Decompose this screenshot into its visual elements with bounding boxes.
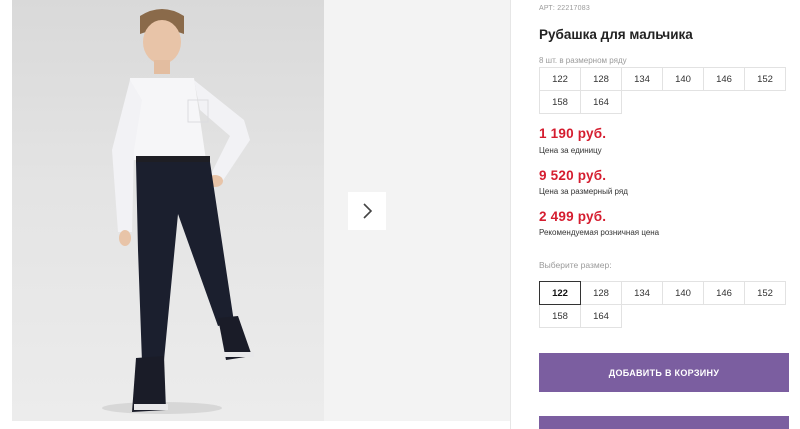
pack-size-cell: 122 xyxy=(539,67,581,91)
product-sku: АРТ: 22217083 xyxy=(539,5,590,12)
boy-model-illustration xyxy=(102,9,254,414)
size-option[interactable]: 140 xyxy=(662,281,704,305)
pack-price-label: Цена за размерный ряд xyxy=(539,187,628,196)
pack-size-cell: 134 xyxy=(621,67,663,91)
size-option-selected[interactable]: 122 xyxy=(539,281,581,305)
unit-price: 1 190 руб. xyxy=(539,126,607,141)
retail-price-label: Рекомендуемая розничная цена xyxy=(539,228,660,237)
product-title: Рубашка для мальчика xyxy=(539,27,693,42)
size-option[interactable]: 152 xyxy=(744,281,786,305)
product-photo[interactable] xyxy=(12,0,324,421)
unit-price-label: Цена за единицу xyxy=(539,146,602,155)
add-to-cart-button[interactable]: ДОБАВИТЬ В КОРЗИНУ xyxy=(539,353,789,392)
pack-size-note: 8 шт. в размерном ряду xyxy=(539,56,627,65)
next-image-button[interactable] xyxy=(348,192,386,230)
size-option[interactable]: 128 xyxy=(580,281,622,305)
column-divider xyxy=(510,0,511,429)
chevron-right-icon xyxy=(363,203,373,219)
choose-size-label: Выберите размер: xyxy=(539,260,612,270)
secondary-action-button[interactable] xyxy=(539,416,789,429)
size-selector: 122 128 134 140 146 152 158 164 xyxy=(539,281,791,328)
size-option[interactable]: 146 xyxy=(703,281,745,305)
pack-sizes-grid: 122 128 134 140 146 152 158 164 xyxy=(539,67,791,114)
pack-size-cell: 128 xyxy=(580,67,622,91)
size-option[interactable]: 164 xyxy=(580,304,622,328)
pack-size-cell: 158 xyxy=(539,90,581,114)
pack-size-cell: 152 xyxy=(744,67,786,91)
product-gallery xyxy=(0,0,510,429)
pack-size-cell: 164 xyxy=(580,90,622,114)
retail-price: 2 499 руб. xyxy=(539,209,607,224)
pack-price: 9 520 руб. xyxy=(539,168,607,183)
size-option[interactable]: 134 xyxy=(621,281,663,305)
size-option[interactable]: 158 xyxy=(539,304,581,328)
pack-size-cell: 140 xyxy=(662,67,704,91)
pack-size-cell: 146 xyxy=(703,67,745,91)
